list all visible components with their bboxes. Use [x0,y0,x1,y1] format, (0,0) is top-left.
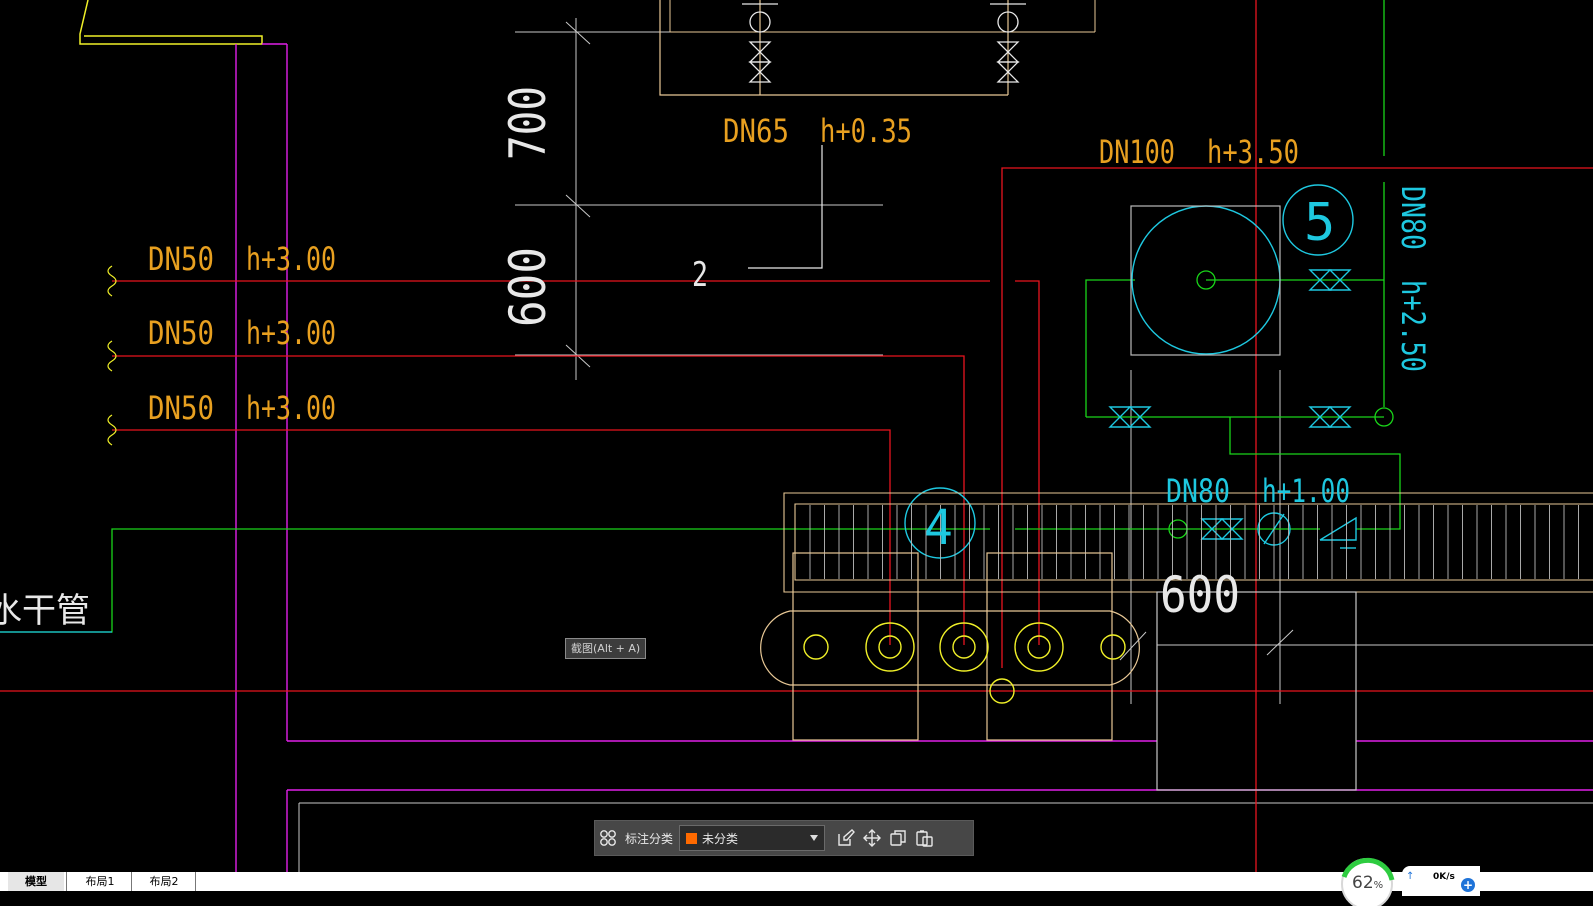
annotation-toolbar: 标注分类 未分类 [594,820,974,856]
label-h300-2: h+3.00 [246,314,336,352]
label-dn65: DN65 [723,112,789,150]
pump-bases [760,552,1140,741]
tab-divider [66,872,67,891]
label-h035: h+0.35 [820,112,912,150]
label-dn50-3: DN50 [148,389,214,427]
tab-layout-1[interactable]: 布局1 [70,872,130,891]
yellow-fixture [79,0,263,45]
cad-drawing-canvas[interactable]: DN50 h+3.00 DN50 h+3.00 DN50 h+3.00 DN65… [0,0,1593,906]
add-icon[interactable]: + [1461,878,1475,892]
cpu-percent: 62% [1352,873,1384,893]
label-dn50-1: DN50 [148,240,214,278]
label-main-pipe: 水干管 [0,591,90,631]
label-h300-3: h+3.00 [246,389,336,427]
screenshot-tooltip: 截图(Alt + A) [565,638,647,659]
chevron-down-icon [810,835,819,841]
label-dn80: DN80 [1166,472,1230,510]
category-select[interactable]: 未分类 [679,825,826,851]
tab-layout-2[interactable]: 布局2 [134,872,194,891]
upload-arrow-icon: ↑ [1406,871,1415,882]
category-color-swatch [686,832,698,844]
label-h250-vertical: h+2.50 [1394,280,1432,372]
copy-icon[interactable] [885,825,911,851]
label-dn50-2: DN50 [148,314,214,352]
label-h350: h+3.50 [1207,133,1299,171]
top-manifold [659,0,1009,96]
label-h100: h+1.00 [1262,472,1350,510]
label-dn80-vertical: DN80 [1394,186,1432,250]
paste-icon[interactable] [911,825,937,851]
tag-4: 4 [924,500,953,556]
dimension-lines [298,18,1593,872]
annotation-category-label: 标注分类 [625,831,674,846]
grid-icon[interactable] [595,825,621,851]
category-value: 未分类 [702,831,739,846]
move-icon[interactable] [859,825,885,851]
label-h300-1: h+3.00 [246,240,336,278]
tab-divider [195,872,196,891]
top-valves [742,3,1026,83]
leader-line [748,145,823,269]
label-2: 2 [692,255,708,295]
tag-5: 5 [1304,193,1335,253]
network-speed-widget[interactable]: ↑ 0K/s + [1402,866,1480,896]
dim-700: 700 [499,86,557,160]
label-dn100: DN100 [1099,133,1175,171]
dim-600: 600 [1160,566,1240,624]
edit-icon[interactable] [833,825,859,851]
net-speed: 0K/s [1433,872,1455,882]
tab-divider [131,872,132,891]
dim-600-vertical: 600 [499,247,557,327]
tab-model[interactable]: 模型 [8,872,64,891]
